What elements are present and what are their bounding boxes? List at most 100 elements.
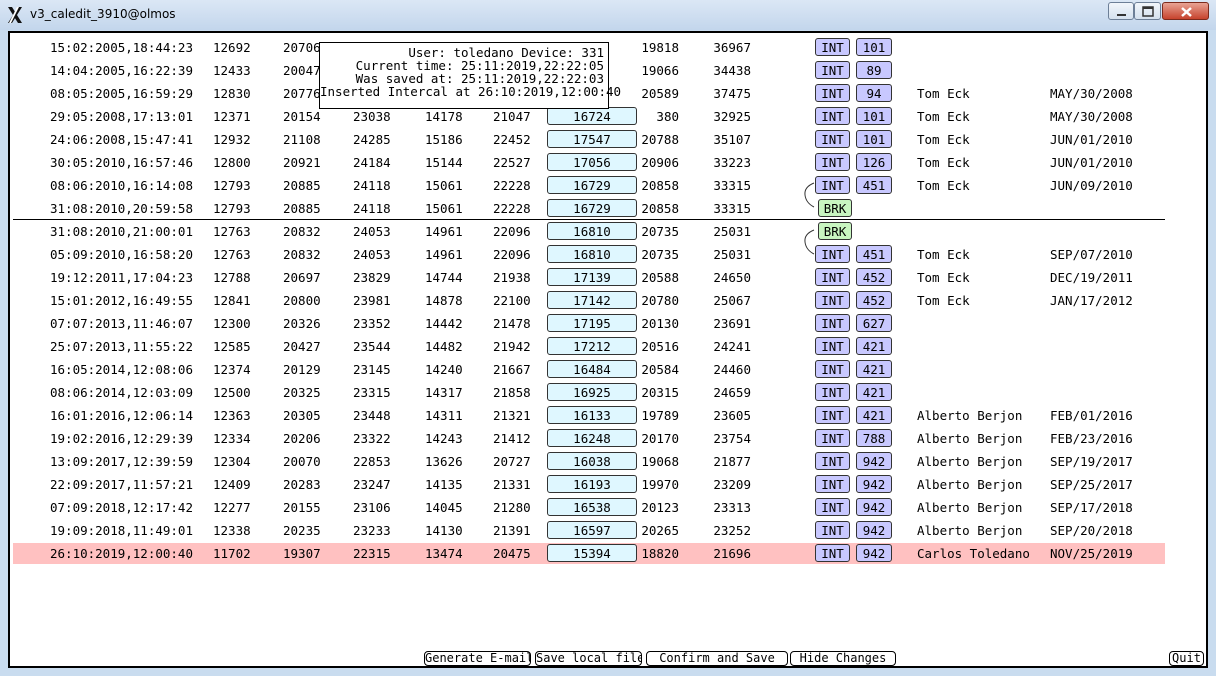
table-row[interactable]: 22:09:2017,11:57:21 12409 20283 23247 14135 2…: [13, 474, 1165, 495]
calibration-id-box[interactable]: 16193: [547, 475, 637, 493]
brk-tag-button[interactable]: BRK: [818, 222, 852, 240]
int-tag-button[interactable]: INT: [815, 84, 850, 102]
intercal-number-button[interactable]: 126: [856, 153, 892, 171]
calibration-id-box[interactable]: 16729: [547, 199, 637, 217]
calibration-id-box[interactable]: 17139: [547, 268, 637, 286]
table-row[interactable]: 16:05:2014,12:08:06 12374 20129 23145 14240 2…: [13, 359, 1165, 380]
int-tag-button[interactable]: INT: [815, 314, 850, 332]
table-row[interactable]: 08:06:2010,16:14:08 12793 20885 24118 15061 2…: [13, 175, 1165, 196]
int-tag-button[interactable]: INT: [815, 406, 850, 424]
table-row[interactable]: 31:08:2010,21:00:01 12763 20832 24053 14961 2…: [13, 221, 1165, 242]
intercal-number-button[interactable]: 942: [856, 452, 892, 470]
int-tag-button[interactable]: INT: [815, 268, 850, 286]
calibration-id-box[interactable]: 16597: [547, 521, 637, 539]
value-cell: 12793: [213, 178, 251, 193]
intercal-number-button[interactable]: 101: [856, 107, 892, 125]
intercal-number-button[interactable]: 421: [856, 383, 892, 401]
int-tag-button[interactable]: INT: [815, 107, 850, 125]
table-row[interactable]: 19:12:2011,17:04:23 12788 20697 23829 14744 2…: [13, 267, 1165, 288]
calibration-id-box[interactable]: 16133: [547, 406, 637, 424]
int-tag-button[interactable]: INT: [815, 544, 850, 562]
table-row[interactable]: 07:09:2018,12:17:42 12277 20155 23106 14045 2…: [13, 497, 1165, 518]
int-tag-button[interactable]: INT: [815, 498, 850, 516]
table-row[interactable]: 19:09:2018,11:49:01 12338 20235 23233 14130 2…: [13, 520, 1165, 541]
int-tag-button[interactable]: INT: [815, 383, 850, 401]
calibration-id-box[interactable]: 16724: [547, 107, 637, 125]
intercal-number-button[interactable]: 942: [856, 498, 892, 516]
value-cell: 11702: [213, 546, 251, 561]
intercal-number-button[interactable]: 421: [856, 406, 892, 424]
int-tag-button[interactable]: INT: [815, 360, 850, 378]
table-row[interactable]: 15:01:2012,16:49:55 12841 20800 23981 14878 2…: [13, 290, 1165, 311]
int-tag-button[interactable]: INT: [815, 153, 850, 171]
calibration-id-box[interactable]: 17212: [547, 337, 637, 355]
quit-button[interactable]: Quit: [1169, 651, 1204, 666]
intercal-number-button[interactable]: 421: [856, 337, 892, 355]
int-tag-button[interactable]: INT: [815, 291, 850, 309]
intercal-number-button[interactable]: 451: [856, 245, 892, 263]
int-tag-button[interactable]: INT: [815, 521, 850, 539]
calibration-id-box[interactable]: 17142: [547, 291, 637, 309]
intercal-number-button[interactable]: 94: [856, 84, 892, 102]
intercal-number-button[interactable]: 452: [856, 268, 892, 286]
int-tag-button[interactable]: INT: [815, 61, 850, 79]
hide-changes-button[interactable]: Hide Changes: [790, 651, 896, 666]
close-button[interactable]: [1162, 2, 1209, 20]
table-row[interactable]: 08:06:2014,12:03:09 12500 20325 23315 14317 2…: [13, 382, 1165, 403]
operator-name-cell: Alberto Berjon: [917, 408, 1023, 423]
value-cell: 14311: [425, 408, 463, 423]
intercal-number-button[interactable]: 942: [856, 521, 892, 539]
brk-tag-button[interactable]: BRK: [818, 199, 852, 217]
generate-email-button[interactable]: Generate E-mail: [424, 651, 531, 666]
intercal-number-button[interactable]: 788: [856, 429, 892, 447]
intercal-number-button[interactable]: 421: [856, 360, 892, 378]
calibration-id-box[interactable]: 16925: [547, 383, 637, 401]
value-cell: 12763: [213, 224, 251, 239]
calibration-id-box[interactable]: 17547: [547, 130, 637, 148]
int-tag-button[interactable]: INT: [815, 452, 850, 470]
calibration-id-box[interactable]: 17195: [547, 314, 637, 332]
confirm-and-save-button[interactable]: Confirm and Save: [646, 651, 788, 666]
table-row[interactable]: 24:06:2008,15:47:41 12932 21108 24285 15186 2…: [13, 129, 1165, 150]
calibration-id-box[interactable]: 16538: [547, 498, 637, 516]
table-row[interactable]: 19:02:2016,12:29:39 12334 20206 23322 14243 2…: [13, 428, 1165, 449]
table-row[interactable]: 25:07:2013,11:55:22 12585 20427 23544 14482 2…: [13, 336, 1165, 357]
table-row[interactable]: 05:09:2010,16:58:20 12763 20832 24053 14961 2…: [13, 244, 1165, 265]
int-tag-button[interactable]: INT: [815, 337, 850, 355]
table-row[interactable]: 16:01:2016,12:06:14 12363 20305 23448 14311 2…: [13, 405, 1165, 426]
calibration-id-box[interactable]: 16484: [547, 360, 637, 378]
calibration-id-box[interactable]: 17056: [547, 153, 637, 171]
table-row[interactable]: 07:07:2013,11:46:07 12300 20326 23352 14442 2…: [13, 313, 1165, 334]
intercal-number-button[interactable]: 451: [856, 176, 892, 194]
int-tag-button[interactable]: INT: [815, 130, 850, 148]
table-row[interactable]: 29:05:2008,17:13:01 12371 20154 23038 14178 2…: [13, 106, 1165, 127]
int-tag-button[interactable]: INT: [815, 38, 850, 56]
value-cell: 24460: [713, 362, 751, 377]
save-local-file-button[interactable]: Save local file: [535, 651, 642, 666]
calibration-id-box[interactable]: 16810: [547, 222, 637, 240]
table-row[interactable]: 31:08:2010,20:59:58 12793 20885 24118 15061 2…: [13, 198, 1165, 219]
calibration-id-box[interactable]: 16729: [547, 176, 637, 194]
intercal-number-button[interactable]: 452: [856, 291, 892, 309]
value-cell: 23352: [353, 316, 391, 331]
calibration-id-box[interactable]: 16248: [547, 429, 637, 447]
calibration-id-box[interactable]: 16038: [547, 452, 637, 470]
intercal-number-button[interactable]: 942: [856, 475, 892, 493]
value-cell: 20325: [283, 385, 321, 400]
intercal-number-button[interactable]: 942: [856, 544, 892, 562]
int-tag-button[interactable]: INT: [815, 475, 850, 493]
intercal-number-button[interactable]: 101: [856, 130, 892, 148]
intercal-number-button[interactable]: 89: [856, 61, 892, 79]
intercal-number-button[interactable]: 101: [856, 38, 892, 56]
table-row[interactable]: 30:05:2010,16:57:46 12800 20921 24184 15144 2…: [13, 152, 1165, 173]
table-row[interactable]: 26:10:2019,12:00:40 11702 19307 22315 13474 2…: [13, 543, 1165, 564]
table-row[interactable]: 13:09:2017,12:39:59 12304 20070 22853 13626 2…: [13, 451, 1165, 472]
calibration-id-box[interactable]: 16810: [547, 245, 637, 263]
minimize-button[interactable]: [1108, 2, 1134, 20]
value-cell: 32925: [713, 109, 751, 124]
int-tag-button[interactable]: INT: [815, 429, 850, 447]
value-cell: 23106: [353, 500, 391, 515]
maximize-button[interactable]: [1134, 2, 1161, 20]
calibration-id-box[interactable]: 15394: [547, 544, 637, 562]
intercal-number-button[interactable]: 627: [856, 314, 892, 332]
